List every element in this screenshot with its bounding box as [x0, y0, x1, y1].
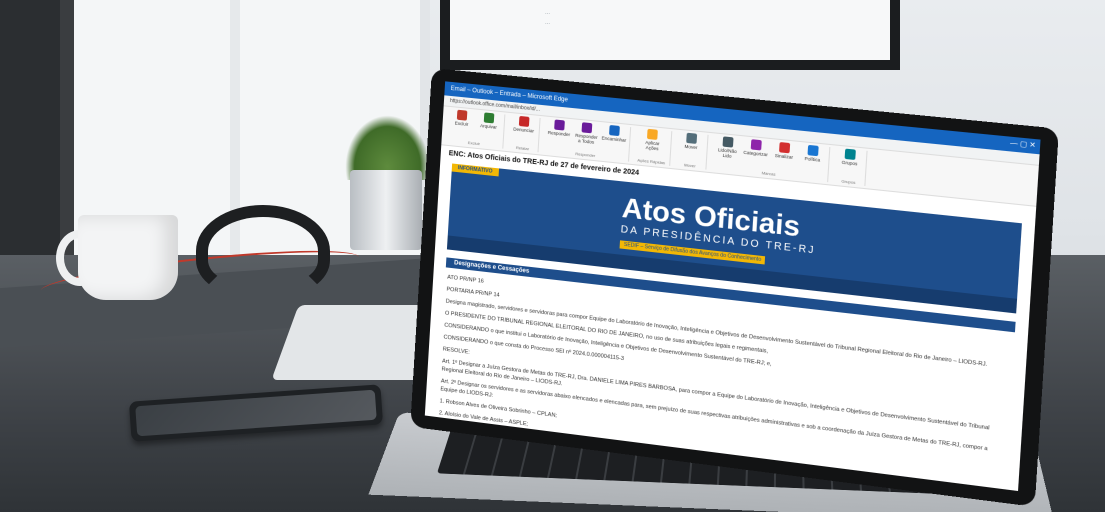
archive-button[interactable]: Arquivar [477, 112, 500, 130]
archive-label: Arquivar [479, 123, 498, 130]
ribbon-group-label: Relatar [515, 144, 530, 152]
monitor-text: ... ... [545, 8, 550, 28]
forward-label: Encaminhar [601, 135, 627, 143]
reply-icon [554, 119, 565, 131]
quick-actions-label: Aplicar Ações [645, 139, 660, 152]
folder-icon [686, 132, 698, 144]
groups-button[interactable]: Grupos [838, 148, 862, 167]
flag-icon [778, 141, 791, 154]
plant-pot [350, 170, 422, 250]
read-unread-label: Lido/Não Lido [717, 147, 737, 159]
forward-icon [609, 124, 620, 137]
headphones [196, 205, 330, 297]
forward-button[interactable]: Encaminhar [602, 124, 626, 148]
ribbon-group-label: Grupos [841, 178, 856, 185]
ribbon-group-label: Excluir [467, 139, 481, 147]
reply-all-icon [581, 122, 593, 134]
archive-icon [483, 112, 495, 124]
move-label: Mover [684, 143, 698, 151]
ribbon-group-mover: Mover Mover [674, 131, 709, 170]
ribbon-group-label: Marcas [761, 170, 776, 177]
groups-icon [844, 148, 856, 160]
groups-label: Grupos [841, 159, 858, 167]
reply-all-label: Responder a Todos [575, 132, 598, 145]
flag-label: Sinalizar [774, 152, 794, 160]
policy-label: Política [804, 155, 821, 163]
envelope-icon [722, 136, 734, 148]
quick-actions-button[interactable]: Aplicar Ações [641, 128, 665, 152]
ribbon-group-grupos: Grupos Grupos [832, 147, 868, 187]
reply-all-button[interactable]: Responder a Todos [575, 122, 599, 146]
monitor-line: ... [545, 10, 551, 16]
background-monitor: ... ... [440, 0, 900, 70]
ribbon-group-excluir: Excluir Arquivar Excluir [445, 108, 506, 149]
coffee-cup [78, 215, 178, 300]
reply-label: Responder [547, 129, 571, 138]
window-controls[interactable]: — ▢ ✕ [1010, 137, 1037, 154]
ribbon-group-acoes: Aplicar Ações Ações Rápidas [633, 127, 673, 166]
policy-icon [807, 144, 819, 157]
policy-button[interactable]: Política [800, 144, 825, 168]
report-label: Denunciar [513, 126, 535, 134]
trash-icon [456, 109, 468, 121]
delete-label: Excluir [454, 120, 469, 127]
tag-icon [750, 139, 762, 151]
ribbon-group-label: Ações Rápidas [637, 157, 666, 166]
categorize-button[interactable]: Categorizar [743, 139, 768, 163]
flag-button[interactable]: Sinalizar [772, 141, 797, 165]
lightning-icon [647, 128, 659, 141]
report-button[interactable]: Denunciar [512, 115, 535, 134]
move-button[interactable]: Mover [679, 132, 703, 151]
categorize-label: Categorizar [743, 149, 768, 158]
monitor-line: ... [545, 20, 551, 26]
ribbon-group-label: Responder [575, 151, 596, 159]
photo-scene: ... ... Email – Outlook – Entrada – Micr… [0, 0, 1105, 512]
ribbon-group-relatar: Denunciar Relatar [507, 114, 541, 153]
ribbon-group-label: Mover [683, 162, 696, 169]
laptop-screen: Email – Outlook – Entrada – Microsoft Ed… [424, 81, 1041, 492]
window-frame [60, 0, 74, 270]
read-unread-button[interactable]: Lido/Não Lido [715, 136, 739, 160]
ribbon-group-responder: Responder Responder a Todos Encaminhar R… [542, 118, 632, 162]
delete-button[interactable]: Excluir [450, 109, 473, 127]
shield-icon [518, 115, 530, 127]
reply-button[interactable]: Responder [547, 119, 571, 142]
